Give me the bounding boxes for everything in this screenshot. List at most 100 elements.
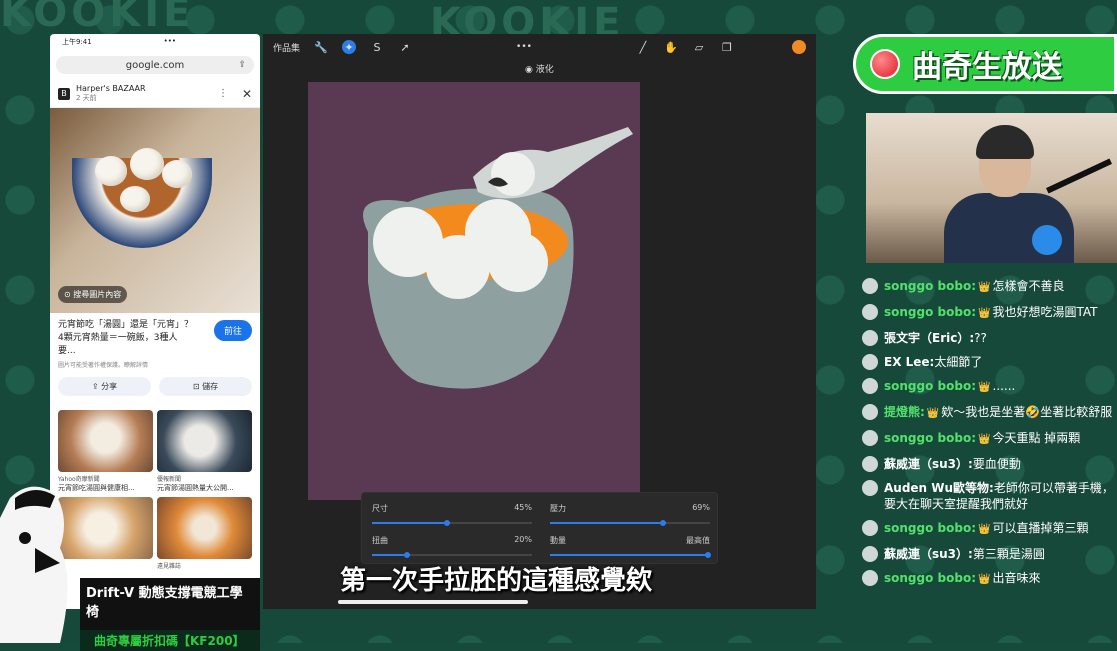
chat-username[interactable]: Auden Wu歐等物: (884, 481, 994, 495)
chat-message: 蘇威連（su3）:第三顆是湯圓 (862, 546, 1117, 562)
source-row: B Harper's BAZAAR 2 天前 ⋮ ✕ (50, 76, 260, 108)
blue-plush-toy (1032, 225, 1062, 255)
chat-username[interactable]: EX Lee: (884, 355, 934, 369)
stream-title-badge: 曲奇生放送 (853, 34, 1117, 94)
distortion-slider[interactable]: 扭曲 20% (372, 535, 532, 558)
momentum-slider[interactable]: 動量 最高值 (550, 535, 712, 558)
chat-username[interactable]: songgo bobo: (884, 521, 976, 535)
user-avatar[interactable] (862, 570, 878, 586)
chat-text: 要血便動 (972, 457, 1021, 471)
sponsor-banner: Drift-V 動態支撐電競工學椅 曲奇專屬折扣碼【KF200】 (80, 578, 260, 651)
chat-message: songgo bobo: 👑 出音味來 (862, 570, 1117, 588)
result-title[interactable]: 元宵節吃「湯圓」還是「元宵」？4顆元宵熱量＝一碗飯，3種人要... (50, 313, 201, 358)
chat-username[interactable]: 張文宇（Eric）: (884, 331, 974, 345)
phone-status-bar: 上午9:41 ••• (50, 34, 260, 54)
chat-message: songgo bobo: 👑...... (862, 378, 1117, 396)
drawing-canvas[interactable] (308, 82, 640, 500)
user-avatar[interactable] (862, 456, 878, 472)
size-slider[interactable]: 尺寸 45% (372, 503, 532, 526)
grid-item[interactable]: 優報新聞 元宵節湯圓熱量大公開... (157, 410, 252, 493)
chat-username[interactable]: songgo bobo: (884, 305, 976, 319)
brush-icon[interactable]: ╱ (636, 40, 650, 54)
member-badge-icon: 👑 (978, 308, 991, 319)
stream-title: 曲奇生放送 (912, 50, 1062, 85)
chat-username[interactable]: songgo bobo: (884, 431, 976, 445)
lens-icon: ⊙ (64, 290, 71, 299)
user-avatar[interactable] (862, 278, 878, 294)
chat-text: 可以直播掉第三顆 (992, 521, 1089, 535)
chat-message: 蘇威連（su3）:要血便動 (862, 456, 1117, 472)
webcam-feed (866, 113, 1117, 263)
member-badge-icon: 👑 (978, 574, 991, 585)
phone-browser-panel: 上午9:41 ••• google.com ⇪ B Harper's BAZAA… (50, 34, 260, 609)
layers-icon[interactable]: ❐ (720, 40, 734, 54)
save-button[interactable]: ⊡ 儲存 (159, 377, 252, 396)
chat-username[interactable]: 提燈熊: (884, 405, 925, 419)
user-avatar[interactable] (862, 480, 878, 496)
liquify-settings-panel: 尺寸 45% 壓力 69% 扭曲 20% 動量 最高值 (361, 492, 718, 564)
chat-message: songgo bobo: 👑 我也好想吃湯圓TAT (862, 304, 1117, 322)
user-avatar[interactable] (862, 378, 878, 394)
share-button[interactable]: ⇪ 分享 (58, 377, 151, 396)
chat-text: 怎樣會不善良 (992, 279, 1065, 293)
wrench-icon[interactable]: 🔧 (314, 40, 328, 54)
member-badge-icon: 👑 (978, 282, 991, 293)
user-avatar[interactable] (862, 404, 878, 420)
chat-username[interactable]: 蘇威連（su3）: (884, 547, 973, 561)
user-avatar[interactable] (862, 354, 878, 370)
smudge-icon[interactable]: ✋ (664, 40, 678, 54)
source-logo: B (58, 87, 70, 100)
liquify-icon: ◉ (525, 65, 533, 75)
gallery-button[interactable]: 作品集 (273, 41, 300, 54)
lens-search-button[interactable]: ⊙ 搜尋圖片內容 (58, 286, 128, 303)
chat-username[interactable]: songgo bobo: (884, 571, 976, 585)
chat-message: songgo bobo: 👑 今天重點 掉兩顆 (862, 430, 1117, 448)
more-vert-icon[interactable]: ⋮ (218, 88, 228, 99)
user-avatar[interactable] (862, 304, 878, 320)
selection-icon[interactable]: S (370, 40, 384, 54)
status-dots: ••• (163, 37, 177, 45)
magic-wand-icon[interactable]: ✦ (342, 40, 357, 54)
live-chat: songgo bobo: 👑 怎樣會不善良 songgo bobo: 👑 我也好想吃湯圓T… (862, 278, 1117, 596)
chat-text: 出音味來 (992, 571, 1041, 585)
chat-message: songgo bobo: 👑 怎樣會不善良 (862, 278, 1117, 296)
user-avatar[interactable] (862, 430, 878, 446)
url-text: google.com (125, 59, 185, 71)
chat-username[interactable]: songgo bobo: (884, 379, 976, 393)
chat-text: 欸～我也是坐著🤣坐著比較舒服 (941, 405, 1113, 419)
pressure-slider[interactable]: 壓力 69% (550, 503, 710, 526)
chat-username[interactable]: songgo bobo: (884, 279, 976, 293)
action-row: ⇪ 分享 ⊡ 儲存 (50, 371, 260, 402)
sponsor-code: 曲奇專屬折扣碼【KF200】 (80, 630, 260, 651)
color-picker[interactable] (792, 40, 806, 54)
eraser-icon[interactable]: ▱ (692, 40, 706, 54)
transform-icon[interactable]: ➚ (398, 40, 412, 54)
more-dots[interactable]: ••• (516, 42, 532, 52)
background-watermark: KOOKIE (0, 0, 195, 36)
member-badge-icon: 👑 (978, 434, 991, 445)
source-date: 2 天前 (76, 94, 97, 102)
status-time: 上午9:41 (62, 38, 92, 46)
sponsor-title: Drift-V 動態支撐電競工學椅 (86, 586, 243, 620)
procreate-app: 作品集 🔧 ✦ S ➚ ••• ╱ ✋ ▱ ❐ ◉ 液化 尺寸 45% 壓力 6… (263, 34, 816, 609)
share-icon[interactable]: ⇪ (238, 60, 246, 70)
close-icon[interactable]: ✕ (242, 87, 252, 101)
member-badge-icon: 👑 (978, 382, 991, 393)
user-avatar[interactable] (862, 546, 878, 562)
chat-message: 張文宇（Eric）:?? (862, 330, 1117, 346)
tangyuan-drawing (363, 127, 633, 389)
go-button[interactable]: 前往 (213, 320, 252, 341)
user-avatar[interactable] (862, 520, 878, 536)
chat-text: 第三顆是湯圓 (972, 547, 1045, 561)
grid-item[interactable]: 遠見雜誌 (157, 497, 252, 570)
liquify-mode-label: ◉ 液化 (525, 65, 554, 75)
chat-username[interactable]: 蘇威連（su3）: (884, 457, 973, 471)
tangyuan-photo[interactable]: ⊙ 搜尋圖片內容 (50, 108, 260, 313)
chat-text: 太細節了 (934, 355, 983, 369)
url-bar[interactable]: google.com ⇪ (56, 56, 254, 74)
chat-text: 今天重點 掉兩顆 (992, 431, 1081, 445)
home-indicator (338, 600, 528, 604)
user-avatar[interactable] (862, 330, 878, 346)
chat-message: EX Lee:太細節了 (862, 354, 1117, 370)
related-images-grid: Yahoo奇摩新聞 元宵節吃湯圓與健康相... 優報新聞 元宵節湯圓熱量大公開.… (50, 402, 260, 578)
